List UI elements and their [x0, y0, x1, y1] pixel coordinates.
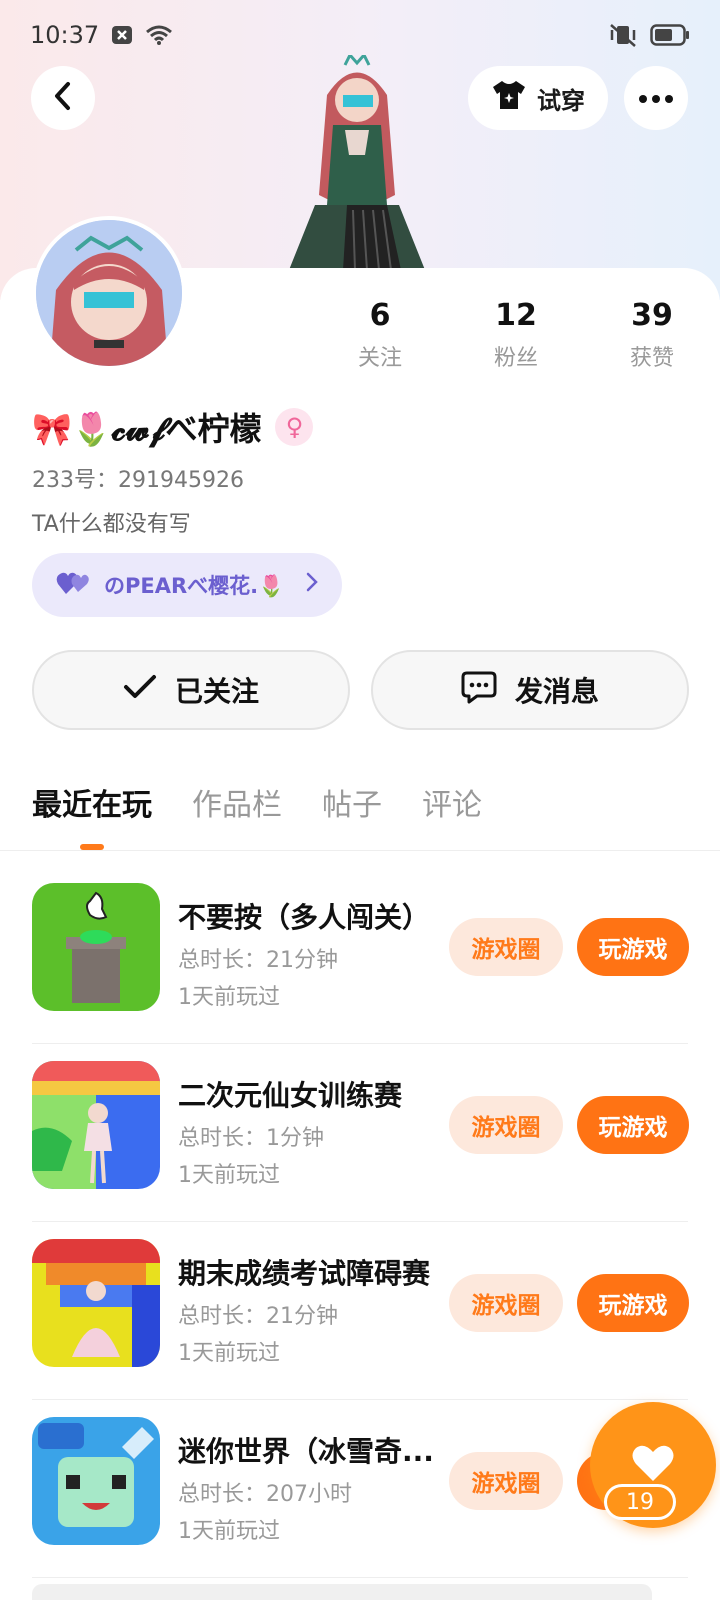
group-name: のPEARべ樱花.🌷	[104, 574, 285, 598]
stat-likes[interactable]: 39 获赞	[584, 296, 720, 372]
chevron-left-icon	[52, 81, 74, 115]
stat-value: 6	[369, 298, 391, 333]
female-gender-icon: ♀	[275, 408, 314, 446]
chevron-right-icon	[306, 572, 318, 598]
group-badge[interactable]: のPEARべ樱花.🌷	[32, 553, 342, 617]
following-label: 已关注	[174, 675, 259, 708]
game-duration: 总时长：21分钟	[178, 1304, 338, 1329]
user-bio: TA什么都没有写	[32, 512, 191, 537]
send-message-button[interactable]: 发消息	[371, 650, 689, 730]
status-time: 10:37	[30, 21, 100, 49]
checkmark-icon	[123, 674, 157, 707]
stat-value: 39	[631, 298, 673, 333]
game-duration: 总时长：1分钟	[178, 1126, 324, 1151]
tab-comments[interactable]: 评论	[422, 780, 482, 824]
user-id: 233号：291945926	[32, 468, 244, 493]
game-title: 迷你世界（冰雪奇...	[178, 1435, 434, 1468]
character-figure[interactable]	[275, 52, 440, 271]
name-row: 🎀🌷𝓬𝔀𝓯べ柠檬 ♀	[32, 404, 314, 450]
game-thumbnail[interactable]	[32, 883, 160, 1011]
game-thumbnail[interactable]	[32, 1417, 160, 1545]
play-game-button[interactable]: 玩游戏	[577, 1096, 689, 1154]
game-circle-button[interactable]: 游戏圈	[449, 1096, 563, 1154]
play-game-button[interactable]: 玩游戏	[577, 918, 689, 976]
send-message-label: 发消息	[514, 675, 599, 708]
heart-pair-icon	[56, 570, 90, 601]
chat-bubble-icon	[461, 670, 497, 711]
try-on-label: 试穿	[537, 86, 585, 115]
game-list-item[interactable]: 不要按（多人闯关） 总时长：21分钟 1天前玩过 游戏圈 玩游戏	[32, 866, 689, 1044]
game-duration: 总时长：207小时	[178, 1482, 352, 1507]
more-dots-icon	[638, 89, 674, 108]
vibrate-off-icon	[608, 22, 638, 48]
tab-works[interactable]: 作品栏	[192, 780, 282, 824]
stats-row: 6 关注 12 粉丝 39 获赞	[312, 296, 720, 372]
game-duration: 总时长：21分钟	[178, 948, 338, 973]
game-last-played: 1天前玩过	[178, 1341, 280, 1366]
profile-tabs: 最近在玩 作品栏 帖子 评论	[32, 780, 482, 824]
stat-following[interactable]: 6 关注	[312, 296, 448, 372]
game-title: 期末成绩考试障碍赛	[178, 1257, 431, 1290]
tab-posts[interactable]: 帖子	[322, 780, 382, 824]
back-button[interactable]	[31, 66, 95, 130]
more-options-button[interactable]	[624, 66, 688, 130]
try-on-button[interactable]: 试穿	[468, 66, 608, 130]
next-list-item-peek	[32, 1584, 652, 1600]
game-circle-button[interactable]: 游戏圈	[449, 1274, 563, 1332]
play-game-button[interactable]: 玩游戏	[577, 1274, 689, 1332]
game-thumbnail[interactable]	[32, 1239, 160, 1367]
notification-icon	[111, 25, 133, 45]
game-circle-button[interactable]: 游戏圈	[449, 1452, 563, 1510]
game-title: 不要按（多人闯关）	[178, 901, 431, 934]
tab-recently-played[interactable]: 最近在玩	[32, 780, 152, 824]
battery-icon	[650, 24, 690, 46]
like-count-badge: 19	[604, 1484, 676, 1520]
stat-followers[interactable]: 12 粉丝	[448, 296, 584, 372]
stat-label: 关注	[357, 346, 402, 371]
stat-value: 12	[495, 298, 537, 333]
following-button[interactable]: 已关注	[32, 650, 350, 730]
stat-label: 粉丝	[493, 346, 538, 371]
game-circle-button[interactable]: 游戏圈	[449, 918, 563, 976]
wifi-icon	[145, 24, 173, 46]
game-title: 二次元仙女训练赛	[178, 1079, 403, 1112]
game-list-item[interactable]: 迷你世界（冰雪奇... 总时长：207小时 1天前玩过 游戏圈 玩游戏	[32, 1400, 689, 1578]
game-last-played: 1天前玩过	[178, 1519, 280, 1544]
game-list-item[interactable]: 期末成绩考试障碍赛 总时长：21分钟 1天前玩过 游戏圈 玩游戏	[32, 1222, 689, 1400]
outfit-icon	[491, 79, 527, 117]
profile-screen: 10:37 试穿 6 关注 12 粉丝 39 获赞 🎀🌷𝓬𝔀𝓯べ柠檬 ♀ 233…	[0, 0, 720, 1600]
game-last-played: 1天前玩过	[178, 985, 280, 1010]
heart-icon	[631, 1443, 675, 1487]
tabs-divider	[0, 850, 720, 851]
game-thumbnail[interactable]	[32, 1061, 160, 1189]
user-avatar[interactable]	[32, 216, 186, 370]
stat-label: 获赞	[629, 346, 674, 371]
game-last-played: 1天前玩过	[178, 1163, 280, 1188]
user-name: 🎀🌷𝓬𝔀𝓯べ柠檬	[32, 410, 262, 448]
game-list-item[interactable]: 二次元仙女训练赛 总时长：1分钟 1天前玩过 游戏圈 玩游戏	[32, 1044, 689, 1222]
